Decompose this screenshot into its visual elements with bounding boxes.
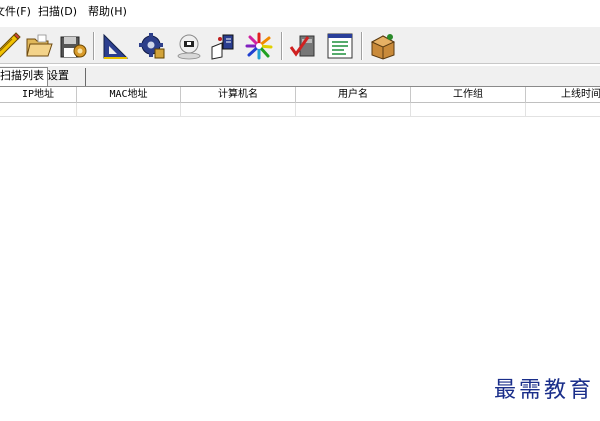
check-tool-icon — [289, 35, 315, 57]
table-cell — [526, 103, 600, 117]
color-burst-button[interactable] — [244, 31, 274, 61]
table-cell — [77, 103, 181, 117]
toolbar — [0, 26, 600, 64]
toolbar-separator — [361, 32, 363, 60]
network-book-icon — [211, 34, 234, 60]
settings-gear-button[interactable] — [137, 31, 167, 61]
gear-screw-icon — [139, 33, 165, 59]
triangle-ruler-button[interactable] — [100, 31, 130, 61]
package-box-icon — [370, 34, 396, 60]
toolbar-separator — [281, 32, 283, 60]
open-folder-icon — [26, 34, 53, 57]
toolbar-separator — [93, 32, 95, 60]
menu-scan[interactable]: 扫描(D) — [38, 5, 77, 19]
tab-settings[interactable]: 设置 — [44, 68, 86, 86]
column-header-user-name[interactable]: 用户名 — [296, 87, 411, 103]
package-box-button[interactable] — [368, 31, 398, 61]
column-header-mac[interactable]: MAC地址 — [77, 87, 181, 103]
column-header-online-time[interactable]: 上线时间 — [526, 87, 600, 103]
column-header-computer-name[interactable]: 计算机名 — [181, 87, 296, 103]
table-cell — [181, 103, 296, 117]
webcam-button[interactable] — [174, 31, 204, 61]
edit-pencil-icon — [0, 32, 21, 58]
list-header: IP地址 MAC地址 计算机名 用户名 工作组 上线时间 — [0, 87, 600, 103]
table-cell — [296, 103, 411, 117]
save-floppy-icon — [60, 36, 87, 58]
scan-result-list[interactable]: IP地址 MAC地址 计算机名 用户名 工作组 上线时间 — [0, 86, 600, 421]
tab-strip: 扫描列表 设置 — [0, 66, 600, 86]
table-cell — [411, 103, 526, 117]
open-folder-button[interactable] — [24, 31, 54, 61]
color-burst-icon — [245, 32, 273, 60]
tab-scan-list[interactable]: 扫描列表 — [0, 67, 48, 86]
webcam-icon — [177, 34, 201, 60]
table-row[interactable] — [0, 103, 600, 117]
table-cell — [0, 103, 77, 117]
column-header-workgroup[interactable]: 工作组 — [411, 87, 526, 103]
network-book-button[interactable] — [209, 31, 239, 61]
save-button[interactable] — [58, 31, 88, 61]
check-tool-button[interactable] — [288, 31, 318, 61]
report-window-button[interactable] — [325, 31, 355, 61]
menu-help[interactable]: 帮助(H) — [88, 5, 127, 19]
app-window: 文件(F) 扫描(D) 帮助(H) — [0, 0, 600, 421]
triangle-ruler-icon — [103, 33, 129, 59]
edit-pencil-button[interactable] — [0, 31, 22, 61]
watermark-text: 最需教育 — [493, 378, 594, 403]
column-header-ip[interactable]: IP地址 — [0, 87, 77, 103]
menu-bar: 文件(F) 扫描(D) 帮助(H) — [0, 0, 600, 24]
menu-file[interactable]: 文件(F) — [0, 5, 31, 19]
report-window-icon — [327, 33, 353, 59]
